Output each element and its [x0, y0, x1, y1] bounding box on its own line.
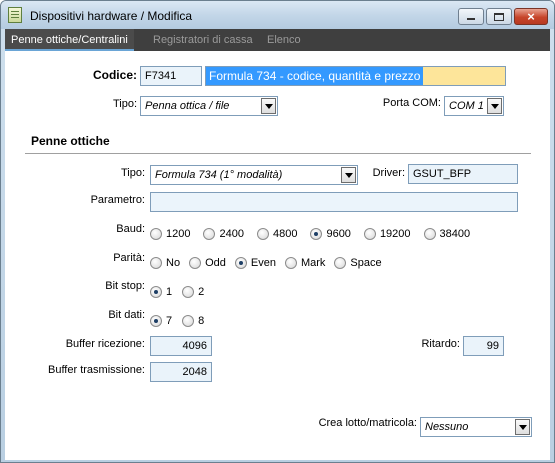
crea-lotto-label: Crea lotto/matricola: — [318, 417, 417, 429]
tab-elenco[interactable]: Elenco — [261, 29, 307, 51]
bitdati-option-7[interactable]: 7 — [150, 315, 172, 327]
section-divider — [25, 153, 531, 155]
radio-icon[interactable] — [189, 257, 202, 269]
codice-field[interactable]: F7341 — [140, 66, 202, 86]
title-bar[interactable]: Dispositivi hardware / Modifica × — [1, 1, 554, 29]
chevron-down-icon[interactable] — [341, 167, 356, 183]
radio-icon[interactable] — [423, 228, 436, 240]
baud-option-9600[interactable]: 9600 — [310, 228, 351, 240]
baud-option-1200[interactable]: 1200 — [150, 228, 190, 240]
descrizione-text: Formula 734 - codice, quantità e prezzo — [206, 67, 424, 85]
bitdati-option-8[interactable]: 8 — [182, 315, 204, 327]
radio-icon[interactable] — [363, 228, 376, 240]
parita-option-space[interactable]: Space — [334, 257, 382, 269]
radio-selected-icon[interactable] — [310, 228, 323, 240]
bitstop-label: Bit stop: — [105, 280, 145, 292]
radio-icon[interactable] — [182, 315, 195, 327]
chevron-down-icon[interactable] — [487, 98, 502, 114]
codice-label: Codice: — [92, 68, 137, 82]
bitdati-label: Bit dati: — [108, 309, 145, 321]
tipo-select[interactable]: Penna ottica / file — [140, 96, 278, 116]
ritardo-label: Ritardo: — [421, 338, 460, 350]
radio-selected-icon[interactable] — [150, 315, 162, 327]
driver-label: Driver: — [372, 167, 405, 179]
radio-selected-icon[interactable] — [150, 286, 162, 298]
porta-com-value: COM 1 — [449, 100, 484, 112]
buffer-trasmissione-field[interactable]: 2048 — [150, 362, 212, 382]
penna-tipo-select[interactable]: Formula 734 (1° modalità) — [150, 165, 358, 185]
descrizione-field[interactable]: Formula 734 - codice, quantità e prezzo — [205, 66, 506, 86]
minimize-button[interactable] — [458, 8, 484, 25]
chevron-down-icon[interactable] — [261, 98, 276, 114]
baud-radio-group: 1200 2400 4800 9600 19200 38400 — [150, 228, 476, 240]
section-title-penne-ottiche: Penne ottiche — [31, 134, 110, 148]
porta-com-label: Porta COM: — [382, 97, 441, 109]
tipo-select-value: Penna ottica / file — [145, 100, 230, 112]
radio-icon[interactable] — [182, 286, 195, 298]
buffer-ricezione-label: Buffer ricezione: — [65, 338, 145, 350]
form-content: Codice: F7341 Formula 734 - codice, quan… — [5, 51, 550, 460]
window-title: Dispositivi hardware / Modifica — [30, 9, 193, 23]
parametro-label: Parametro: — [90, 194, 145, 206]
tab-bar: Penne ottiche/Centralini Registratori di… — [5, 29, 550, 51]
bitstop-option-2[interactable]: 2 — [182, 286, 204, 298]
maximize-icon — [494, 12, 504, 21]
parita-option-odd[interactable]: Odd — [189, 257, 226, 269]
close-button[interactable]: × — [514, 8, 548, 25]
radio-icon[interactable] — [334, 257, 347, 269]
tab-penne-ottiche[interactable]: Penne ottiche/Centralini — [5, 29, 134, 51]
crea-lotto-value: Nessuno — [425, 421, 469, 433]
maximize-button[interactable] — [486, 8, 512, 25]
radio-icon[interactable] — [203, 228, 216, 240]
porta-com-select[interactable]: COM 1 — [444, 96, 504, 116]
crea-lotto-select[interactable]: Nessuno — [420, 417, 532, 437]
parita-radio-group: No Odd Even Mark Space — [150, 257, 388, 269]
ritardo-field[interactable]: 99 — [463, 336, 504, 356]
app-document-icon — [8, 7, 22, 23]
baud-label: Baud: — [116, 223, 145, 235]
bitstop-option-1[interactable]: 1 — [150, 286, 172, 298]
baud-option-19200[interactable]: 19200 — [363, 228, 411, 240]
bitstop-radio-group: 1 2 — [150, 286, 210, 298]
buffer-ricezione-field[interactable]: 4096 — [150, 336, 212, 356]
penna-tipo-value: Formula 734 (1° modalità) — [155, 169, 283, 181]
parametro-field[interactable] — [150, 192, 518, 212]
buffer-trasmissione-label: Buffer trasmissione: — [47, 364, 145, 376]
window: Dispositivi hardware / Modifica × Penne … — [0, 0, 555, 463]
minimize-icon — [467, 18, 475, 20]
parita-option-even[interactable]: Even — [234, 257, 276, 269]
chevron-down-icon[interactable] — [515, 419, 530, 435]
baud-option-38400[interactable]: 38400 — [423, 228, 470, 240]
radio-icon[interactable] — [150, 228, 162, 240]
penna-tipo-label: Tipo: — [120, 167, 145, 179]
radio-selected-icon[interactable] — [234, 257, 247, 269]
bitdati-radio-group: 7 8 — [150, 315, 210, 327]
radio-icon[interactable] — [256, 228, 269, 240]
baud-option-4800[interactable]: 4800 — [256, 228, 297, 240]
radio-icon[interactable] — [150, 257, 162, 269]
tab-registratori-di-cassa[interactable]: Registratori di cassa — [147, 29, 259, 51]
driver-field[interactable]: GSUT_BFP — [408, 164, 518, 184]
close-icon: × — [527, 9, 535, 24]
parita-label: Parità: — [113, 252, 145, 264]
tipo-label: Tipo: — [112, 98, 137, 110]
parita-option-no[interactable]: No — [150, 257, 180, 269]
baud-option-2400[interactable]: 2400 — [203, 228, 244, 240]
radio-icon[interactable] — [284, 257, 297, 269]
parita-option-mark[interactable]: Mark — [284, 257, 325, 269]
